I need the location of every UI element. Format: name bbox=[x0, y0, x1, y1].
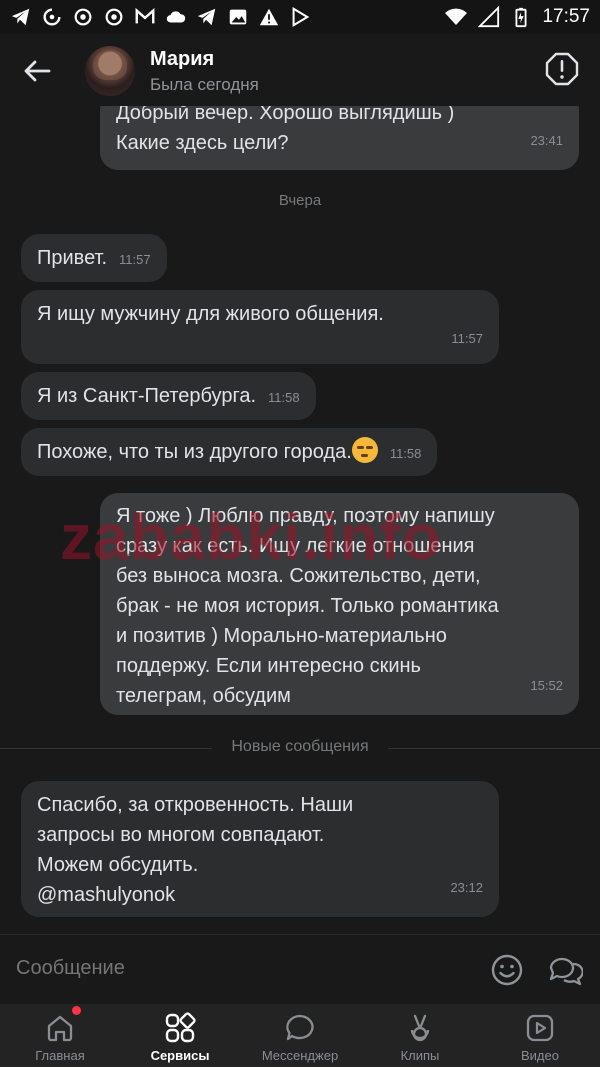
message-outgoing[interactable]: Я тоже ) Люблю правду, поэтому напишу ср… bbox=[100, 493, 579, 715]
message-incoming[interactable]: Похоже, что ты из другого города. 11:58 bbox=[21, 428, 438, 476]
tab-home[interactable]: Главная bbox=[0, 1004, 120, 1067]
telegram-icon bbox=[197, 8, 216, 26]
services-icon bbox=[165, 1012, 196, 1043]
message-time: 15:52 bbox=[530, 678, 563, 693]
quick-replies-icon[interactable] bbox=[547, 953, 583, 987]
image-icon bbox=[229, 9, 247, 25]
telegram-icon bbox=[11, 8, 30, 26]
contact-name[interactable]: Мария bbox=[150, 48, 214, 71]
message-incoming[interactable]: Я ищу мужчину для живого общения. 11:57 bbox=[21, 290, 499, 364]
battery-icon bbox=[515, 7, 527, 28]
tab-label: Видео bbox=[521, 1048, 559, 1063]
tab-label: Сервисы bbox=[150, 1048, 210, 1063]
message-time: 11:57 bbox=[119, 252, 151, 267]
clips-icon bbox=[410, 1014, 430, 1042]
message-incoming[interactable]: Я из Санкт-Петербурга. 11:58 bbox=[21, 372, 316, 420]
message-line: @mashulyonok bbox=[37, 884, 176, 906]
tab-video[interactable]: Видео bbox=[480, 1004, 600, 1067]
message-time: 23:41 bbox=[530, 133, 563, 148]
wifi-icon bbox=[445, 8, 468, 25]
contact-status: Была сегодня bbox=[150, 75, 259, 94]
tab-label: Главная bbox=[35, 1048, 85, 1063]
report-icon[interactable] bbox=[545, 52, 579, 86]
message-line: поддержу. Если интересно скинь bbox=[116, 655, 421, 677]
app-icon bbox=[74, 8, 92, 26]
video-icon bbox=[526, 1014, 554, 1042]
back-arrow-icon[interactable] bbox=[22, 56, 52, 86]
app-icon bbox=[105, 8, 123, 26]
tab-label: Клипы bbox=[400, 1048, 440, 1063]
message-line: брак - не моя история. Только романтика bbox=[116, 595, 499, 617]
message-list[interactable]: Добрый вечер. Хорошо выглядишь ) Какие з… bbox=[0, 106, 600, 934]
message-text: Привет. bbox=[37, 247, 108, 269]
message-line: Спасибо, за откровенность. Наши bbox=[37, 794, 354, 816]
message-time: 11:57 bbox=[451, 331, 483, 346]
message-line: Можем обсудить. bbox=[37, 854, 199, 876]
tab-messenger[interactable]: Мессенджер bbox=[240, 1004, 360, 1067]
message-line: без выноса мозга. Сожительство, дети, bbox=[116, 565, 481, 587]
bottom-tab-bar: Главная Сервисы Мессенджер Клипы Видео bbox=[0, 1004, 600, 1067]
message-composer bbox=[0, 934, 600, 1004]
tab-services[interactable]: Сервисы bbox=[120, 1004, 240, 1067]
message-outgoing[interactable]: Добрый вечер. Хорошо выглядишь ) Какие з… bbox=[100, 106, 579, 170]
messenger-icon bbox=[286, 1014, 314, 1041]
message-text: Я из Санкт-Петербурга. bbox=[37, 385, 256, 407]
cloud-icon bbox=[166, 11, 186, 23]
clock: 17:57 bbox=[542, 6, 590, 27]
message-line: телеграм, обсудим bbox=[116, 685, 291, 707]
status-bar: 17:57 bbox=[0, 0, 600, 34]
sync-icon bbox=[43, 8, 61, 26]
new-messages-label: Новые сообщения bbox=[231, 738, 369, 755]
message-time: 11:58 bbox=[268, 390, 300, 405]
message-text: Я ищу мужчину для живого общения. bbox=[37, 303, 384, 325]
date-divider: Вчера bbox=[278, 192, 322, 209]
warning-icon bbox=[259, 8, 279, 26]
tab-clips[interactable]: Клипы bbox=[360, 1004, 480, 1067]
message-time: 11:58 bbox=[389, 446, 422, 461]
message-time: 23:12 bbox=[450, 880, 483, 895]
message-incoming[interactable]: Спасибо, за откровенность. Наши запросы … bbox=[21, 781, 499, 917]
message-line: сразу как есть. Ищу легкие отношения bbox=[116, 535, 475, 557]
message-line: запросы во многом совпадают. bbox=[37, 824, 325, 846]
message-text: Добрый вечер. Хорошо выглядишь ) bbox=[116, 106, 455, 124]
signal-icon bbox=[478, 6, 500, 28]
message-text: Какие здесь цели? bbox=[116, 132, 289, 154]
sticker-icon[interactable] bbox=[490, 953, 524, 987]
avatar[interactable] bbox=[85, 46, 135, 96]
message-line: и позитив ) Морально-материально bbox=[116, 625, 447, 647]
message-input[interactable] bbox=[16, 957, 456, 980]
message-text: Похоже, что ты из другого города. bbox=[37, 441, 352, 463]
chat-header: Мария Была сегодня bbox=[0, 34, 600, 106]
message-incoming[interactable]: Привет. 11:57 bbox=[21, 234, 167, 282]
new-messages-divider: Новые сообщения bbox=[0, 738, 600, 758]
home-icon bbox=[47, 1015, 73, 1042]
play-store-icon bbox=[292, 6, 310, 28]
unamused-face-emoji-icon bbox=[351, 437, 378, 463]
message-line: Я тоже ) Люблю правду, поэтому напишу bbox=[116, 505, 495, 527]
notification-badge bbox=[72, 1006, 81, 1015]
gmail-icon bbox=[135, 7, 155, 24]
tab-label: Мессенджер bbox=[261, 1048, 339, 1063]
